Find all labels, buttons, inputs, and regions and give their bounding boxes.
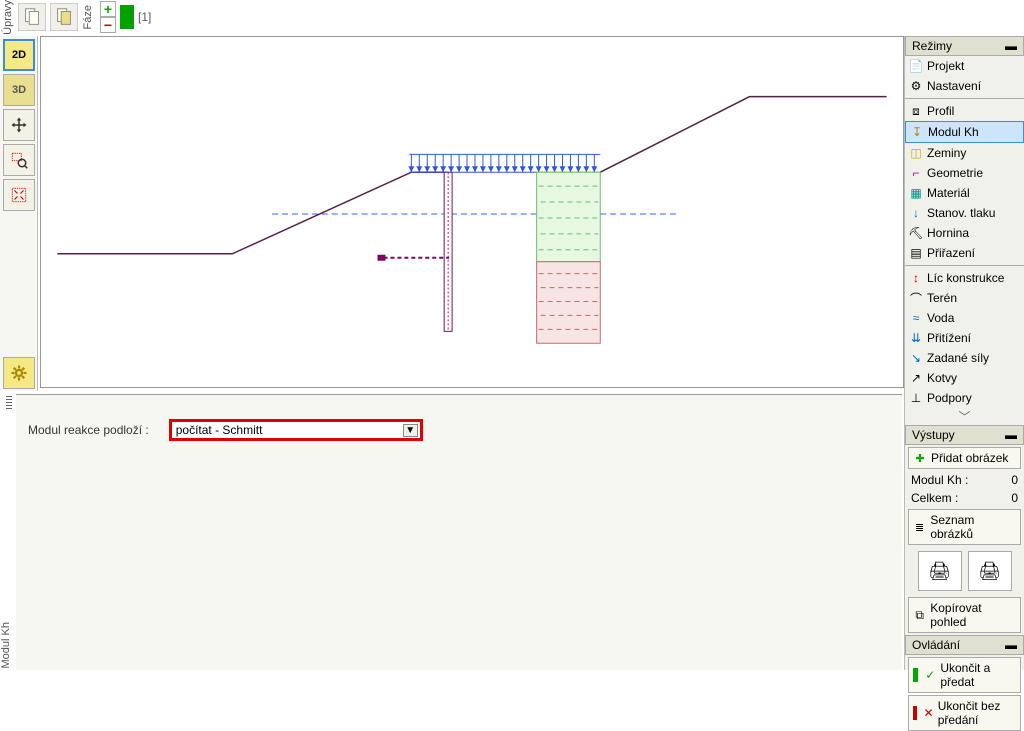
outputs-header: Výstupy ▬ xyxy=(905,425,1024,445)
zoom-region-button[interactable] xyxy=(3,144,35,176)
right-panel: Režimy ▬ Projekt Nastavení Profil Modul … xyxy=(904,36,1024,670)
list-icon xyxy=(913,520,926,534)
phase-label: Fáze xyxy=(82,3,94,31)
dropdown-arrow-icon[interactable]: ▼ xyxy=(403,424,418,437)
mj-rock[interactable]: Hornina xyxy=(905,223,1024,243)
top-toolbar: Úpravy Fáze + − [1] xyxy=(0,0,1024,34)
material-icon xyxy=(909,186,923,200)
drawing-canvas[interactable] xyxy=(40,36,904,388)
modes-header: Režimy ▬ xyxy=(905,36,1024,56)
add-image-icon xyxy=(913,451,927,465)
end-and-pass-button[interactable]: Ukončit a předat xyxy=(908,657,1021,693)
kh-icon xyxy=(910,125,924,139)
modul-reakce-select[interactable]: ▼ xyxy=(169,419,423,441)
images-list-button[interactable]: Seznam obrázků xyxy=(908,509,1021,545)
param-label: Modul reakce podloží : xyxy=(28,423,149,437)
view-3d-button[interactable]: 3D xyxy=(3,74,35,106)
mj-profile[interactable]: Profil xyxy=(905,101,1024,121)
water-icon xyxy=(909,311,923,325)
outputs-collapse-icon[interactable]: ▬ xyxy=(1005,428,1017,442)
add-image-button[interactable]: Přidat obrázek xyxy=(908,447,1021,469)
ok-icon xyxy=(924,668,936,682)
stage-number: [1] xyxy=(138,10,151,24)
mj-modul-kh[interactable]: Modul Kh xyxy=(905,121,1024,143)
geometry-icon xyxy=(909,166,923,180)
mj-material[interactable]: Materiál xyxy=(905,183,1024,203)
stage-indicator[interactable] xyxy=(120,5,134,29)
mj-terrain[interactable]: Terén xyxy=(905,288,1024,308)
pressure-icon xyxy=(909,206,923,220)
profile-icon xyxy=(909,104,923,118)
rock-icon xyxy=(909,226,923,240)
printer-icon xyxy=(928,561,951,582)
stage-add-remove: + − xyxy=(100,1,116,33)
edits-label: Úpravy xyxy=(2,0,14,36)
bottom-pane: Modul reakce podloží : ▼ xyxy=(16,394,902,670)
mj-supports[interactable]: Podpory xyxy=(905,388,1024,408)
zoom-extents-button[interactable] xyxy=(3,179,35,211)
modes-expand-icon[interactable]: ﹀ xyxy=(905,408,1024,425)
face-icon xyxy=(909,271,923,285)
print-button[interactable] xyxy=(918,551,962,591)
view-2d-button[interactable]: 2D xyxy=(3,39,35,71)
mj-water[interactable]: Voda xyxy=(905,308,1024,328)
red-bar-icon xyxy=(913,706,917,720)
green-bar-icon xyxy=(913,668,918,682)
mj-geometry[interactable]: Geometrie xyxy=(905,163,1024,183)
mj-soils[interactable]: Zeminy xyxy=(905,143,1024,163)
no-icon xyxy=(923,706,933,720)
left-tab-label: Modul Kh xyxy=(0,622,12,668)
control-collapse-icon[interactable]: ▬ xyxy=(1005,638,1017,652)
end-no-pass-button[interactable]: Ukončit bez předání xyxy=(908,695,1021,731)
forces-icon xyxy=(909,351,923,365)
copy-view-button[interactable]: Kopírovat pohled xyxy=(908,597,1021,633)
mj-face[interactable]: Líc konstrukce xyxy=(905,268,1024,288)
assign-icon xyxy=(909,246,923,260)
out-total-row: Celkem :0 xyxy=(905,489,1024,507)
gear-icon xyxy=(909,79,923,93)
control-header: Ovládání ▬ xyxy=(905,635,1024,655)
modul-reakce-value[interactable] xyxy=(174,423,403,437)
move-tool-button[interactable] xyxy=(3,109,35,141)
print-pdf-button[interactable] xyxy=(968,551,1012,591)
mj-assign[interactable]: Přiřazení xyxy=(905,243,1024,263)
settings-gear-button[interactable] xyxy=(3,357,35,389)
printer-pdf-icon xyxy=(978,561,1001,582)
modes-collapse-icon[interactable]: ▬ xyxy=(1005,39,1017,53)
add-stage-button[interactable]: + xyxy=(100,1,116,17)
pane-grip[interactable] xyxy=(6,395,12,409)
remove-stage-button[interactable]: − xyxy=(100,17,116,33)
soil-icon xyxy=(909,146,923,160)
left-toolbar: 2D 3D xyxy=(0,36,38,391)
mj-pressure[interactable]: Stanov. tlaku xyxy=(905,203,1024,223)
mj-settings[interactable]: Nastavení xyxy=(905,76,1024,96)
doc-icon xyxy=(909,59,923,73)
load-icon xyxy=(909,331,923,345)
clipboard-paste-2-button[interactable] xyxy=(50,3,78,31)
mj-anchors[interactable]: Kotvy xyxy=(905,368,1024,388)
copy-icon xyxy=(913,608,926,622)
terrain-icon xyxy=(909,291,923,305)
anchor-icon xyxy=(909,371,923,385)
mj-load[interactable]: Přitížení xyxy=(905,328,1024,348)
mj-forces[interactable]: Zadané síly xyxy=(905,348,1024,368)
mj-project[interactable]: Projekt xyxy=(905,56,1024,76)
profile-svg xyxy=(41,37,903,387)
clipboard-paste-button[interactable] xyxy=(18,3,46,31)
out-modul-kh-row: Modul Kh :0 xyxy=(905,471,1024,489)
support-icon xyxy=(909,391,923,405)
